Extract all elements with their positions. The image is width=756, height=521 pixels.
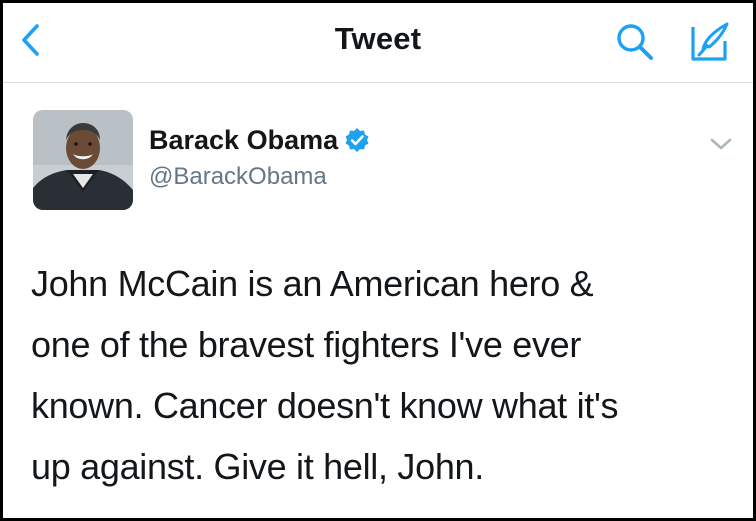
navigation-bar: Tweet (3, 3, 753, 83)
tweet-text-line: known. Cancer doesn't know what it's (31, 385, 619, 426)
avatar[interactable] (33, 110, 133, 210)
screenshot-frame: Tweet Barack Obama @BarackObama John McC… (0, 0, 756, 521)
chevron-down-icon (710, 138, 732, 150)
tweet-text: John McCain is an American hero & one of… (31, 253, 731, 497)
compose-tweet-button[interactable] (687, 19, 733, 65)
tweet-options-button[interactable] (707, 133, 735, 155)
author-name[interactable]: Barack Obama (149, 125, 370, 156)
compose-tweet-icon (691, 22, 729, 61)
search-icon (617, 24, 653, 60)
author-handle[interactable]: @BarackObama (149, 163, 327, 191)
profile-photo-icon (33, 110, 133, 210)
tweet-text-line: up against. Give it hell, John. (31, 446, 484, 487)
author-display-name: Barack Obama (149, 125, 339, 155)
verified-badge-icon (345, 127, 369, 152)
tweet-text-line: one of the bravest fighters I've ever (31, 324, 582, 365)
search-button[interactable] (613, 21, 659, 63)
tweet-text-line: John McCain is an American hero & (31, 263, 594, 304)
